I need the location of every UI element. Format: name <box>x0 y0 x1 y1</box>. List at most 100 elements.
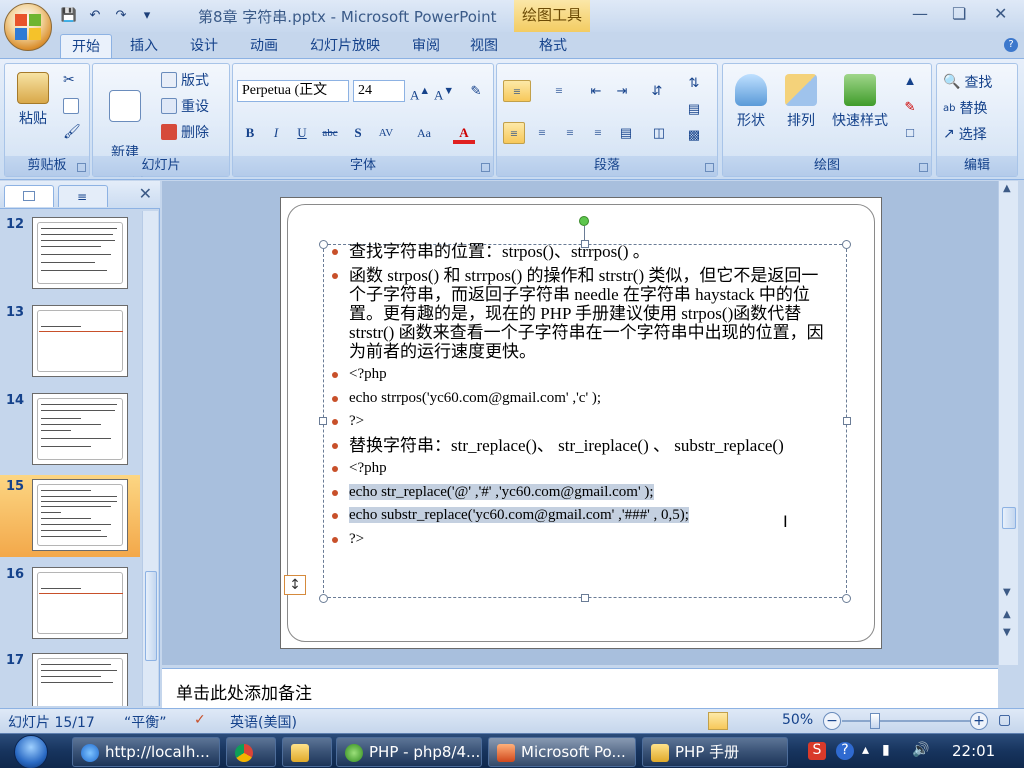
taskbar-item[interactable] <box>282 737 332 767</box>
italic-icon[interactable]: I <box>265 122 287 144</box>
outline-tab[interactable]: ≡ <box>58 185 108 207</box>
slides-tab[interactable] <box>4 185 54 207</box>
tab-slide-show[interactable]: 幻灯片放映 <box>300 34 390 58</box>
bullet-item[interactable]: echo strrpos('yc60.com@gmail.com' ,'c' )… <box>329 389 829 408</box>
bullet-item[interactable]: 函数 strpos() 和 strrpos() 的操作和 strstr() 类似… <box>329 266 829 361</box>
zoom-slider-knob[interactable] <box>870 713 880 729</box>
slide-thumbnail-row[interactable]: 16 <box>0 563 140 645</box>
change-case-icon[interactable]: Aa <box>413 122 435 144</box>
volume-icon[interactable]: 🔊 <box>912 742 929 758</box>
next-slide-icon[interactable]: ▼ <box>1003 627 1011 638</box>
slide-thumbnail-row[interactable]: 17 <box>0 649 140 706</box>
scroll-down-icon[interactable]: ▼ <box>1003 587 1011 598</box>
tab-design[interactable]: 设计 <box>180 34 228 58</box>
slide-thumbnail[interactable] <box>32 217 128 289</box>
bullet-item[interactable]: 查找字符串的位置：strpos()、strrpos() 。 <box>329 242 829 261</box>
previous-slide-icon[interactable]: ▲ <box>1003 609 1011 620</box>
autofit-options-icon[interactable]: ↕ <box>284 575 306 595</box>
language-indicator[interactable]: 英语(美国) <box>230 712 297 732</box>
smartart-icon[interactable]: ▩ <box>683 124 705 146</box>
input-method-icon[interactable]: S <box>808 742 826 760</box>
taskbar-item[interactable]: PHP 手册 <box>642 737 788 767</box>
tab-format[interactable]: 格式 <box>528 34 578 58</box>
columns-icon[interactable]: ◫ <box>645 122 673 144</box>
resize-handle-nw[interactable] <box>319 240 328 249</box>
help-tray-icon[interactable]: ? <box>836 742 854 760</box>
bullet-item-selected[interactable]: echo substr_replace('yc60.com@gmail.com'… <box>329 506 829 525</box>
customize-qat-icon[interactable]: ▾ <box>138 6 156 24</box>
strikethrough-icon[interactable]: abc <box>319 122 341 144</box>
shadow-icon[interactable]: S <box>347 122 369 144</box>
clock[interactable]: 22:01 <box>952 742 995 760</box>
format-painter-button[interactable]: 🖌 <box>63 124 81 140</box>
current-slide[interactable]: 查找字符串的位置：strpos()、strrpos() 。 函数 strpos(… <box>280 197 882 649</box>
find-button[interactable]: 🔍 查找 <box>943 72 992 92</box>
taskbar-item-active[interactable]: Microsoft Po... <box>488 737 636 767</box>
start-button[interactable] <box>8 734 56 768</box>
taskbar-item[interactable] <box>226 737 276 767</box>
normal-view-icon[interactable] <box>708 712 728 730</box>
cut-button[interactable]: ✂ <box>63 72 75 88</box>
select-button[interactable]: ↗ 选择 <box>943 124 987 144</box>
tab-animations[interactable]: 动画 <box>240 34 288 58</box>
reset-button[interactable]: 重设 <box>161 96 209 116</box>
resize-handle-e[interactable] <box>843 417 851 425</box>
clear-format-icon[interactable]: ✎ <box>465 80 487 102</box>
scroll-up-icon[interactable]: ▲ <box>1003 183 1011 194</box>
bullet-item[interactable]: ?> <box>329 412 829 431</box>
align-left-icon[interactable]: ≡ <box>503 122 525 144</box>
bullets-icon[interactable]: ≡ <box>503 80 531 102</box>
slide-thumbnail-row-selected[interactable]: 15 <box>0 475 140 557</box>
slides-pane-scrollbar[interactable] <box>142 211 158 706</box>
replace-button[interactable]: ab 替换 <box>943 98 987 118</box>
font-family-combo[interactable]: Perpetua (正文 <box>237 80 349 102</box>
char-spacing-icon[interactable]: AV <box>375 122 397 144</box>
resize-handle-sw[interactable] <box>319 594 328 603</box>
selected-text[interactable]: echo substr_replace('yc60.com@gmail.com'… <box>349 507 689 523</box>
align-center-icon[interactable]: ≡ <box>531 122 553 144</box>
resize-handle-s[interactable] <box>581 594 589 602</box>
spell-check-icon[interactable]: ✓ <box>194 712 206 728</box>
resize-handle-w[interactable] <box>319 417 327 425</box>
tab-home[interactable]: 开始 <box>60 34 112 58</box>
bold-icon[interactable]: B <box>239 122 261 144</box>
help-icon[interactable]: ? <box>1004 38 1018 52</box>
clipboard-launcher-icon[interactable] <box>77 163 86 172</box>
slide-thumbnail[interactable] <box>32 305 128 377</box>
shrink-font-icon[interactable]: A▼ <box>433 80 455 102</box>
grow-font-icon[interactable]: A▲ <box>409 80 431 102</box>
tray-expand-icon[interactable]: ▴ <box>862 742 869 758</box>
arrange-button[interactable]: 排列 <box>777 74 825 130</box>
align-right-icon[interactable]: ≡ <box>559 122 581 144</box>
align-text-icon[interactable]: ▤ <box>683 98 705 120</box>
slide-thumbnail[interactable] <box>32 567 128 639</box>
font-size-combo[interactable]: 24 <box>353 80 405 102</box>
bullet-item[interactable]: <?php <box>329 459 829 478</box>
close-button[interactable]: ✕ <box>994 4 1007 23</box>
zoom-slider-track[interactable] <box>842 720 974 722</box>
slide-thumbnail-row[interactable]: 14 <box>0 389 140 471</box>
tab-insert[interactable]: 插入 <box>120 34 168 58</box>
resize-handle-se[interactable] <box>842 594 851 603</box>
tab-view[interactable]: 视图 <box>460 34 508 58</box>
slide-scroll-thumb[interactable] <box>1002 507 1016 529</box>
network-icon[interactable]: ▮ <box>882 742 890 758</box>
save-icon[interactable]: 💾 <box>60 6 78 24</box>
shape-outline-icon[interactable]: ✎ <box>899 96 921 118</box>
justify-icon[interactable]: ≡ <box>587 122 609 144</box>
text-direction-icon[interactable]: ⇅ <box>683 72 705 94</box>
undo-icon[interactable]: ↶ <box>86 6 104 24</box>
font-color-icon[interactable]: A <box>453 122 475 144</box>
slide-thumbnail[interactable] <box>32 393 128 465</box>
bullet-item[interactable]: <?php <box>329 365 829 384</box>
zoom-level[interactable]: 50% <box>782 712 813 728</box>
layout-button[interactable]: 版式 <box>161 70 209 90</box>
slide-thumbnail[interactable] <box>32 653 128 706</box>
decrease-indent-icon[interactable]: ⇤ <box>585 80 607 102</box>
resize-handle-ne[interactable] <box>842 240 851 249</box>
zoom-out-icon[interactable]: − <box>823 712 841 730</box>
office-button[interactable] <box>4 3 52 51</box>
line-spacing-icon[interactable]: ⇵ <box>643 80 671 102</box>
minimize-button[interactable]: — <box>912 4 928 23</box>
shape-fill-icon[interactable]: ▲ <box>899 70 921 92</box>
